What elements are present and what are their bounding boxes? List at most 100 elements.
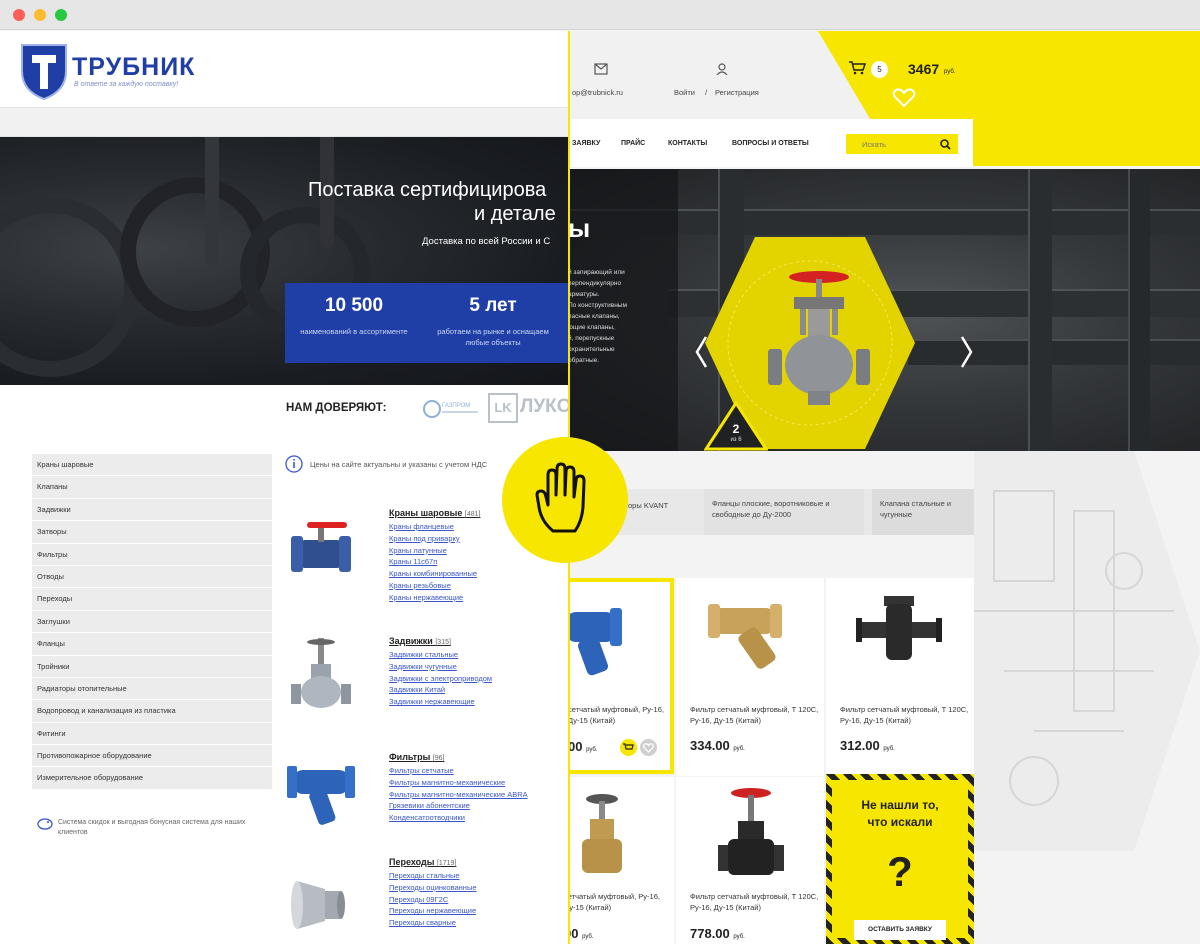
login-link[interactable]: Войти: [674, 88, 695, 97]
sidebar-item[interactable]: Водопровод и канализация из пластика: [32, 700, 272, 722]
cart-total[interactable]: 3467: [908, 61, 939, 77]
sublink[interactable]: Задвижки Китай: [389, 684, 492, 696]
sidebar-item[interactable]: Тройники: [32, 655, 272, 677]
lukoil-logo-icon[interactable]: LK: [488, 393, 518, 423]
product-name[interactable]: сетчатый муфтовый, Ру-16, Ду-15 (Китай): [568, 891, 664, 913]
sublink[interactable]: Задвижки с электроприводом: [389, 673, 492, 685]
sublink[interactable]: Краны комбинированные: [389, 568, 477, 580]
email-link[interactable]: op@trubnick.ru: [572, 88, 623, 97]
sublink[interactable]: Краны резьбовые: [389, 580, 477, 592]
sidebar-item[interactable]: Радиаторы отопительные: [32, 677, 272, 700]
hero-pipe-shape: [1128, 169, 1150, 451]
register-link[interactable]: Регистрация: [715, 88, 759, 97]
sublink[interactable]: Переходы 09Г2С: [389, 894, 477, 906]
sublink[interactable]: Фильтры магнитно-механические: [389, 777, 528, 789]
product-card[interactable]: Фильтр сетчатый муфтовый, Т 120С, Ру-16,…: [676, 777, 824, 944]
product-name[interactable]: сетчатый муфтовый, Ру-16, Ду-15 (Китай): [568, 704, 668, 726]
cart-currency: руб.: [944, 69, 956, 75]
sidebar-item[interactable]: Фильтры: [32, 543, 272, 565]
sidebar-item[interactable]: Противопожарное оборудование: [32, 745, 272, 767]
product-sublinks: Краны фланцевые Краны под приварку Краны…: [389, 521, 477, 604]
product-group-title[interactable]: Фильтры [96]: [389, 752, 444, 762]
add-to-favorites-button[interactable]: [640, 739, 657, 756]
search-input[interactable]: [862, 137, 932, 151]
close-window-button[interactable]: [13, 9, 25, 21]
sidebar-item[interactable]: Отводы: [32, 565, 272, 588]
sidebar-item[interactable]: Заглушки: [32, 610, 272, 633]
maximize-window-button[interactable]: [55, 9, 67, 21]
stat-number: 10 500: [324, 295, 384, 316]
product-card[interactable]: Фильтр сетчатый муфтовый, Т 120С, Ру-16,…: [826, 578, 974, 776]
gazprom-logo-icon[interactable]: ГАЗПРОМ: [422, 394, 482, 424]
product-name[interactable]: Фильтр сетчатый муфтовый, Т 120С, Ру-16,…: [840, 704, 970, 726]
product-group-title[interactable]: Переходы [1719]: [389, 857, 456, 867]
favorites-heart-icon[interactable]: [892, 88, 916, 108]
pipe-reducer-image[interactable]: [285, 869, 357, 941]
product-group-title[interactable]: Задвижки [315]: [389, 636, 451, 646]
product-name[interactable]: Фильтр сетчатый муфтовый, Т 120С, Ру-16,…: [690, 704, 820, 726]
slider-prev-arrow-icon[interactable]: [694, 335, 708, 369]
sublink[interactable]: Переходы нержавеющие: [389, 905, 477, 917]
sublink[interactable]: Краны нержавеющие: [389, 592, 477, 604]
info-icon: [285, 455, 303, 473]
product-name[interactable]: Фильтр сетчатый муфтовый, Т 120С, Ру-16,…: [690, 891, 820, 913]
slider-next-arrow-icon[interactable]: [960, 335, 974, 369]
cart-icon[interactable]: [848, 61, 866, 75]
sublink[interactable]: Конденсатоотводчики: [389, 812, 528, 824]
product-sublinks: Задвижки стальные Задвижки чугунные Задв…: [389, 649, 492, 708]
search-box[interactable]: [846, 134, 958, 154]
cart-count-badge[interactable]: 5: [871, 61, 888, 78]
sidebar-item[interactable]: Фланцы: [32, 633, 272, 655]
main-nav-bar: ЗАЯВКУ ПРАЙС КОНТАКТЫ ВОПРОСЫ И ОТВЕТЫ: [568, 119, 973, 167]
strainer-filter-image[interactable]: [285, 756, 357, 836]
sidebar-item[interactable]: Затворы: [32, 521, 272, 543]
product-group-title[interactable]: Краны шаровые [481]: [389, 508, 480, 518]
sublink[interactable]: Фильтры сетчатые: [389, 765, 528, 777]
sublink[interactable]: Переходы сварные: [389, 917, 477, 929]
sidebar-item[interactable]: Клапаны: [32, 476, 272, 498]
product-card-selected[interactable]: сетчатый муфтовый, Ру-16, Ду-15 (Китай) …: [568, 578, 674, 774]
sidebar-item[interactable]: Переходы: [32, 588, 272, 610]
gate-valve-image[interactable]: [285, 636, 357, 716]
logo-shield-icon[interactable]: [20, 41, 68, 101]
add-to-cart-button[interactable]: [620, 739, 637, 756]
product-card[interactable]: Фильтр сетчатый муфтовый, Т 120С, Ру-16,…: [676, 578, 824, 776]
sublink[interactable]: Краны под приварку: [389, 533, 477, 545]
product-sublinks: Фильтры сетчатые Фильтры магнитно-механи…: [389, 765, 528, 824]
nav-item[interactable]: ВОПРОСЫ И ОТВЕТЫ: [732, 140, 809, 147]
ball-valve-image[interactable]: [285, 512, 357, 584]
sublink[interactable]: Переходы стальные: [389, 870, 477, 882]
sidebar-item[interactable]: Задвижки: [32, 498, 272, 521]
nav-item[interactable]: КОНТАКТЫ: [668, 140, 707, 147]
hero-valve-image[interactable]: [764, 265, 874, 415]
sublink[interactable]: Краны 11с67п: [389, 556, 477, 568]
search-icon[interactable]: [940, 139, 951, 150]
dark-gate-valve-image: [718, 788, 784, 875]
minimize-window-button[interactable]: [34, 9, 46, 21]
not-found-card: Не нашли то, что искали ? ОСТАВИТЬ ЗАЯВК…: [826, 774, 974, 944]
sublink[interactable]: Краны фланцевые: [389, 521, 477, 533]
new-site-hero-slider: ы й запирающий или перпендикулярно арматур…: [568, 169, 1200, 451]
sidebar-item[interactable]: Фитинги: [32, 722, 272, 745]
sublink[interactable]: Задвижки стальные: [389, 649, 492, 661]
sublink[interactable]: Краны латунные: [389, 545, 477, 557]
nav-item[interactable]: ЗАЯВКУ: [572, 140, 600, 147]
sublink[interactable]: Задвижки нержавеющие: [389, 696, 492, 708]
sublink[interactable]: Грязевики абонентские: [389, 800, 528, 812]
leave-request-button[interactable]: ОСТАВИТЬ ЗАЯВКУ: [854, 920, 946, 940]
hero-subtitle: Доставка по всей России и С: [422, 236, 551, 247]
sidebar-item[interactable]: Измерительное оборудование: [32, 767, 272, 789]
tab-item[interactable]: Фланцы плоские, воротниковые и свободные…: [704, 489, 864, 535]
logo-text[interactable]: ТРУБНИК: [72, 53, 195, 82]
tab-item[interactable]: Клапана стальные и чугунные: [872, 489, 974, 535]
tab-item[interactable]: оры KVANT: [620, 489, 700, 535]
stat-block-years: 5 лет работаем на рынке и оснащаем любые…: [418, 283, 568, 363]
compare-drag-handle[interactable]: [502, 437, 628, 563]
sidebar-item[interactable]: Краны шаровые: [32, 454, 272, 476]
sublink[interactable]: Задвижки чугунные: [389, 661, 492, 673]
sublink[interactable]: Фильтры магнитно-механические ABRA: [389, 789, 528, 801]
sublink[interactable]: Переходы оцинкованные: [389, 882, 477, 894]
product-card[interactable]: сетчатый муфтовый, Ру-16, Ду-15 (Китай) …: [568, 777, 674, 944]
nav-item[interactable]: ПРАЙС: [621, 140, 645, 147]
not-found-title-line2: что искали: [867, 815, 933, 829]
